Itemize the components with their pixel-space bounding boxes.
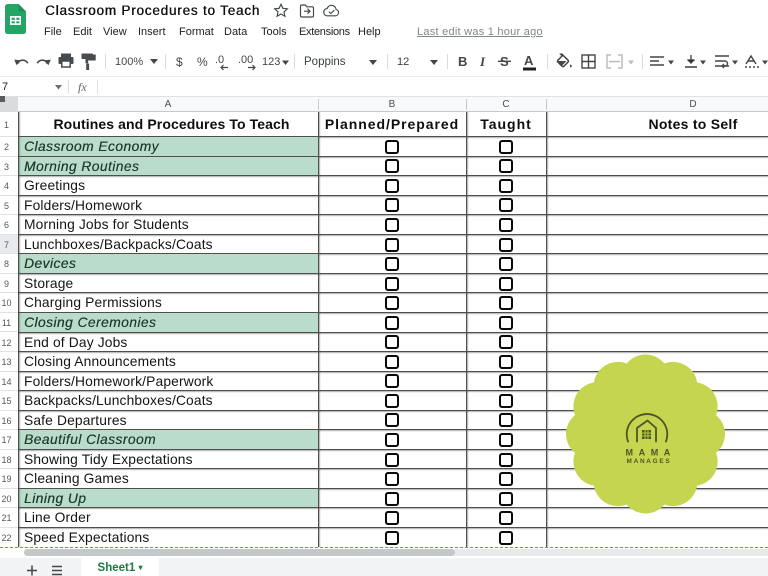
svg-text:Poppins: Poppins bbox=[304, 56, 346, 68]
svg-text:B: B bbox=[458, 54, 467, 69]
svg-text:MANAGES: MANAGES bbox=[627, 458, 672, 465]
svg-text:$: $ bbox=[176, 55, 183, 69]
svg-text:A: A bbox=[524, 53, 534, 68]
svg-text:12: 12 bbox=[397, 56, 409, 68]
svg-text:MAMA: MAMA bbox=[626, 448, 676, 458]
svg-text:.00: .00 bbox=[238, 54, 253, 66]
svg-text:.0: .0 bbox=[215, 54, 224, 66]
svg-text:123: 123 bbox=[262, 56, 280, 68]
svg-text:%: % bbox=[197, 55, 208, 69]
svg-text:I: I bbox=[479, 54, 486, 69]
svg-text:100%: 100% bbox=[115, 56, 143, 68]
